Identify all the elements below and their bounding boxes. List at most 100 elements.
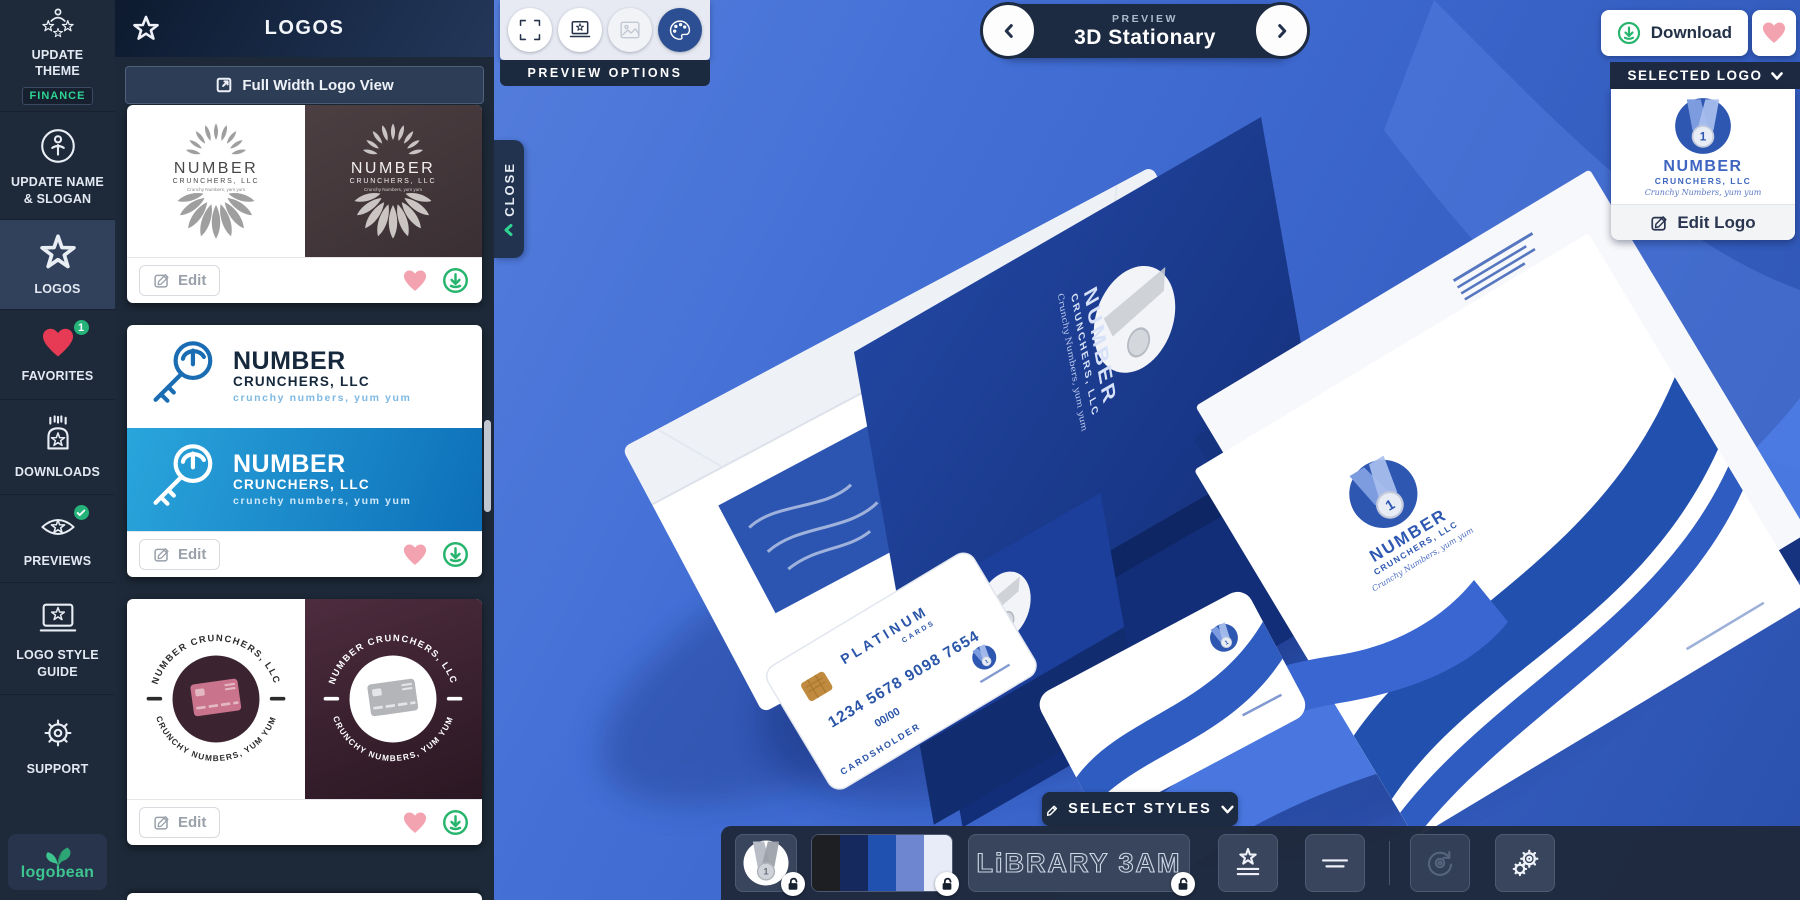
heart-icon	[39, 324, 77, 362]
preview-title: 3D Stationary	[1074, 26, 1216, 50]
style-settings-button[interactable]	[1495, 834, 1555, 892]
theme-stars-icon	[36, 6, 80, 41]
logo-text: NUMBER CRUNCHERS, LLC crunchy numbers, y…	[233, 349, 411, 404]
sidebar-item-label: FAVORITES	[8, 368, 108, 384]
sidebar-item-label: SUPPORT	[8, 761, 108, 777]
download-icon	[1617, 21, 1641, 45]
layout-selector[interactable]	[1305, 834, 1365, 892]
lock-logo-toggle[interactable]	[781, 872, 805, 896]
full-width-logo-view-label: Full Width Logo View	[242, 77, 393, 94]
card-footer: Edit	[127, 799, 482, 845]
font-name-display: LiBRARY 3AM	[974, 843, 1184, 883]
favorite-heart-button[interactable]	[400, 808, 430, 838]
color-palette-button[interactable]	[658, 8, 702, 52]
preview-options-toolbar: PREVIEW OPTIONS	[500, 0, 710, 86]
sidebar-item-support[interactable]: SUPPORT	[0, 695, 115, 793]
sidebar-item-label: LOGOS	[8, 281, 108, 297]
previous-preview-button[interactable]	[980, 2, 1037, 59]
regenerate-button[interactable]	[1410, 834, 1470, 892]
lock-font-toggle[interactable]	[1171, 872, 1195, 896]
swatch-3	[868, 835, 896, 891]
logo-slogan: Crunchy Numbers, yum yum	[187, 187, 245, 192]
logo-card-feather[interactable]: NUMBER CRUNCHERS, LLC Crunchy Numbers, y…	[127, 105, 482, 303]
chevron-down-icon	[1221, 803, 1234, 816]
close-panel-tab[interactable]: CLOSE	[494, 140, 524, 258]
palette-icon	[667, 17, 693, 43]
font-selector[interactable]: LiBRARY 3AM	[968, 834, 1190, 892]
download-button[interactable]: Download	[1601, 10, 1748, 56]
selected-logo-slogan: Crunchy Numbers, yum yum	[1645, 188, 1762, 197]
card-footer: Edit	[127, 531, 482, 577]
credit-badge-logo: NUMBER CRUNCHERS, LLC CRUNCHY NUMBERS, Y…	[305, 611, 481, 787]
download-logo-button[interactable]	[440, 808, 470, 838]
preview-nav: PREVIEW 3D Stationary	[990, 4, 1300, 58]
edit-label: Edit	[178, 272, 206, 289]
feather-wreath-logo: NUMBER CRUNCHERS, LLC Crunchy Numbers, y…	[141, 116, 291, 246]
sidebar-item-label: PREVIEWS	[8, 553, 108, 569]
edit-logo-button[interactable]: Edit	[139, 807, 220, 838]
sidebar-item-label: UPDATE NAME & SLOGAN	[8, 174, 108, 207]
heart-icon	[1760, 19, 1788, 47]
sidebar-item-update-theme[interactable]: UPDATE THEME FINANCE	[0, 0, 115, 112]
sidebar-item-previews[interactable]: PREVIEWS	[0, 495, 115, 583]
swatch-4	[896, 835, 924, 891]
panel-scrollbar[interactable]	[484, 420, 491, 512]
logo-variant-light: NUMBER CRUNCHERS, LLC CRUNCHY NUMBERS, Y…	[127, 599, 305, 799]
select-styles-button[interactable]: SELECT STYLES	[1042, 792, 1238, 826]
card-footer: Edit	[127, 257, 482, 303]
favorite-preview-button[interactable]	[1752, 10, 1796, 56]
panel-title: LOGOS	[265, 17, 345, 40]
logo-card-key[interactable]: NUMBER CRUNCHERS, LLC crunchy numbers, y…	[127, 325, 482, 577]
next-logo-card-peek	[127, 893, 482, 900]
open-padlock-icon	[786, 877, 800, 891]
fullscreen-button[interactable]	[508, 8, 552, 52]
previews-check-badge	[72, 503, 91, 522]
preview-options-label: PREVIEW OPTIONS	[500, 60, 710, 86]
logo-name-line2: CRUNCHERS, LLC	[233, 374, 411, 389]
logobean-brand[interactable]: logobean	[8, 834, 107, 890]
edit-logo-button[interactable]: Edit	[139, 265, 220, 296]
laptop-star-icon	[567, 17, 593, 43]
sidebar-item-update-name-slogan[interactable]: UPDATE NAME & SLOGAN	[0, 112, 115, 220]
logo-card-credit-badge[interactable]: NUMBER CRUNCHERS, LLC CRUNCHY NUMBERS, Y…	[127, 599, 482, 845]
edit-logo-button[interactable]: Edit Logo	[1611, 204, 1795, 240]
open-padlock-icon	[940, 877, 954, 891]
pencil-icon	[153, 814, 170, 831]
logo-slogan: Crunchy Numbers, yum yum	[364, 187, 422, 192]
logo-icon-selector[interactable]	[1218, 834, 1278, 892]
logo-name-line1: NUMBER	[174, 160, 258, 177]
image-icon	[617, 17, 643, 43]
pencil-icon	[153, 272, 170, 289]
sidebar: UPDATE THEME FINANCE UPDATE NAME & SLOGA…	[0, 0, 115, 900]
download-logo-button[interactable]	[440, 266, 470, 296]
next-preview-button[interactable]	[1253, 2, 1310, 59]
award-logo	[1674, 97, 1732, 155]
brand-wordmark: logobean	[21, 864, 95, 882]
logo-slogan: crunchy numbers, yum yum	[233, 392, 411, 404]
logo-name-line2: CRUNCHERS, LLC	[350, 178, 437, 185]
lock-colors-toggle[interactable]	[935, 872, 959, 896]
full-width-logo-view-button[interactable]: Full Width Logo View	[125, 66, 484, 104]
selected-logo-label: SELECTED LOGO	[1627, 68, 1762, 83]
color-palette-selector[interactable]	[811, 834, 953, 892]
selected-logo-header[interactable]: SELECTED LOGO	[1610, 62, 1800, 89]
download-hand-icon	[36, 414, 80, 458]
favorite-heart-button[interactable]	[400, 540, 430, 570]
edit-logo-label: Edit Logo	[1677, 213, 1755, 233]
download-logo-button[interactable]	[440, 540, 470, 570]
favorite-heart-button[interactable]	[400, 266, 430, 296]
star-icon[interactable]	[131, 14, 161, 44]
style-guide-preview-button[interactable]	[558, 8, 602, 52]
logo-name-line2: CRUNCHERS, LLC	[233, 477, 411, 492]
sidebar-item-logo-style-guide[interactable]: LOGO STYLE GUIDE	[0, 583, 115, 695]
theme-badge: FINANCE	[22, 87, 94, 105]
pencil-icon	[153, 546, 170, 563]
sidebar-item-logos[interactable]: LOGOS	[0, 220, 115, 310]
sidebar-item-downloads[interactable]: DOWNLOADS	[0, 400, 115, 495]
select-styles-label: SELECT STYLES	[1068, 801, 1212, 817]
image-preview-button[interactable]	[608, 8, 652, 52]
sidebar-item-favorites[interactable]: 1 FAVORITES	[0, 310, 115, 400]
logos-panel: LOGOS Full Width Logo View	[115, 0, 494, 900]
edit-logo-button[interactable]: Edit	[139, 539, 220, 570]
gear-icon	[36, 711, 80, 755]
